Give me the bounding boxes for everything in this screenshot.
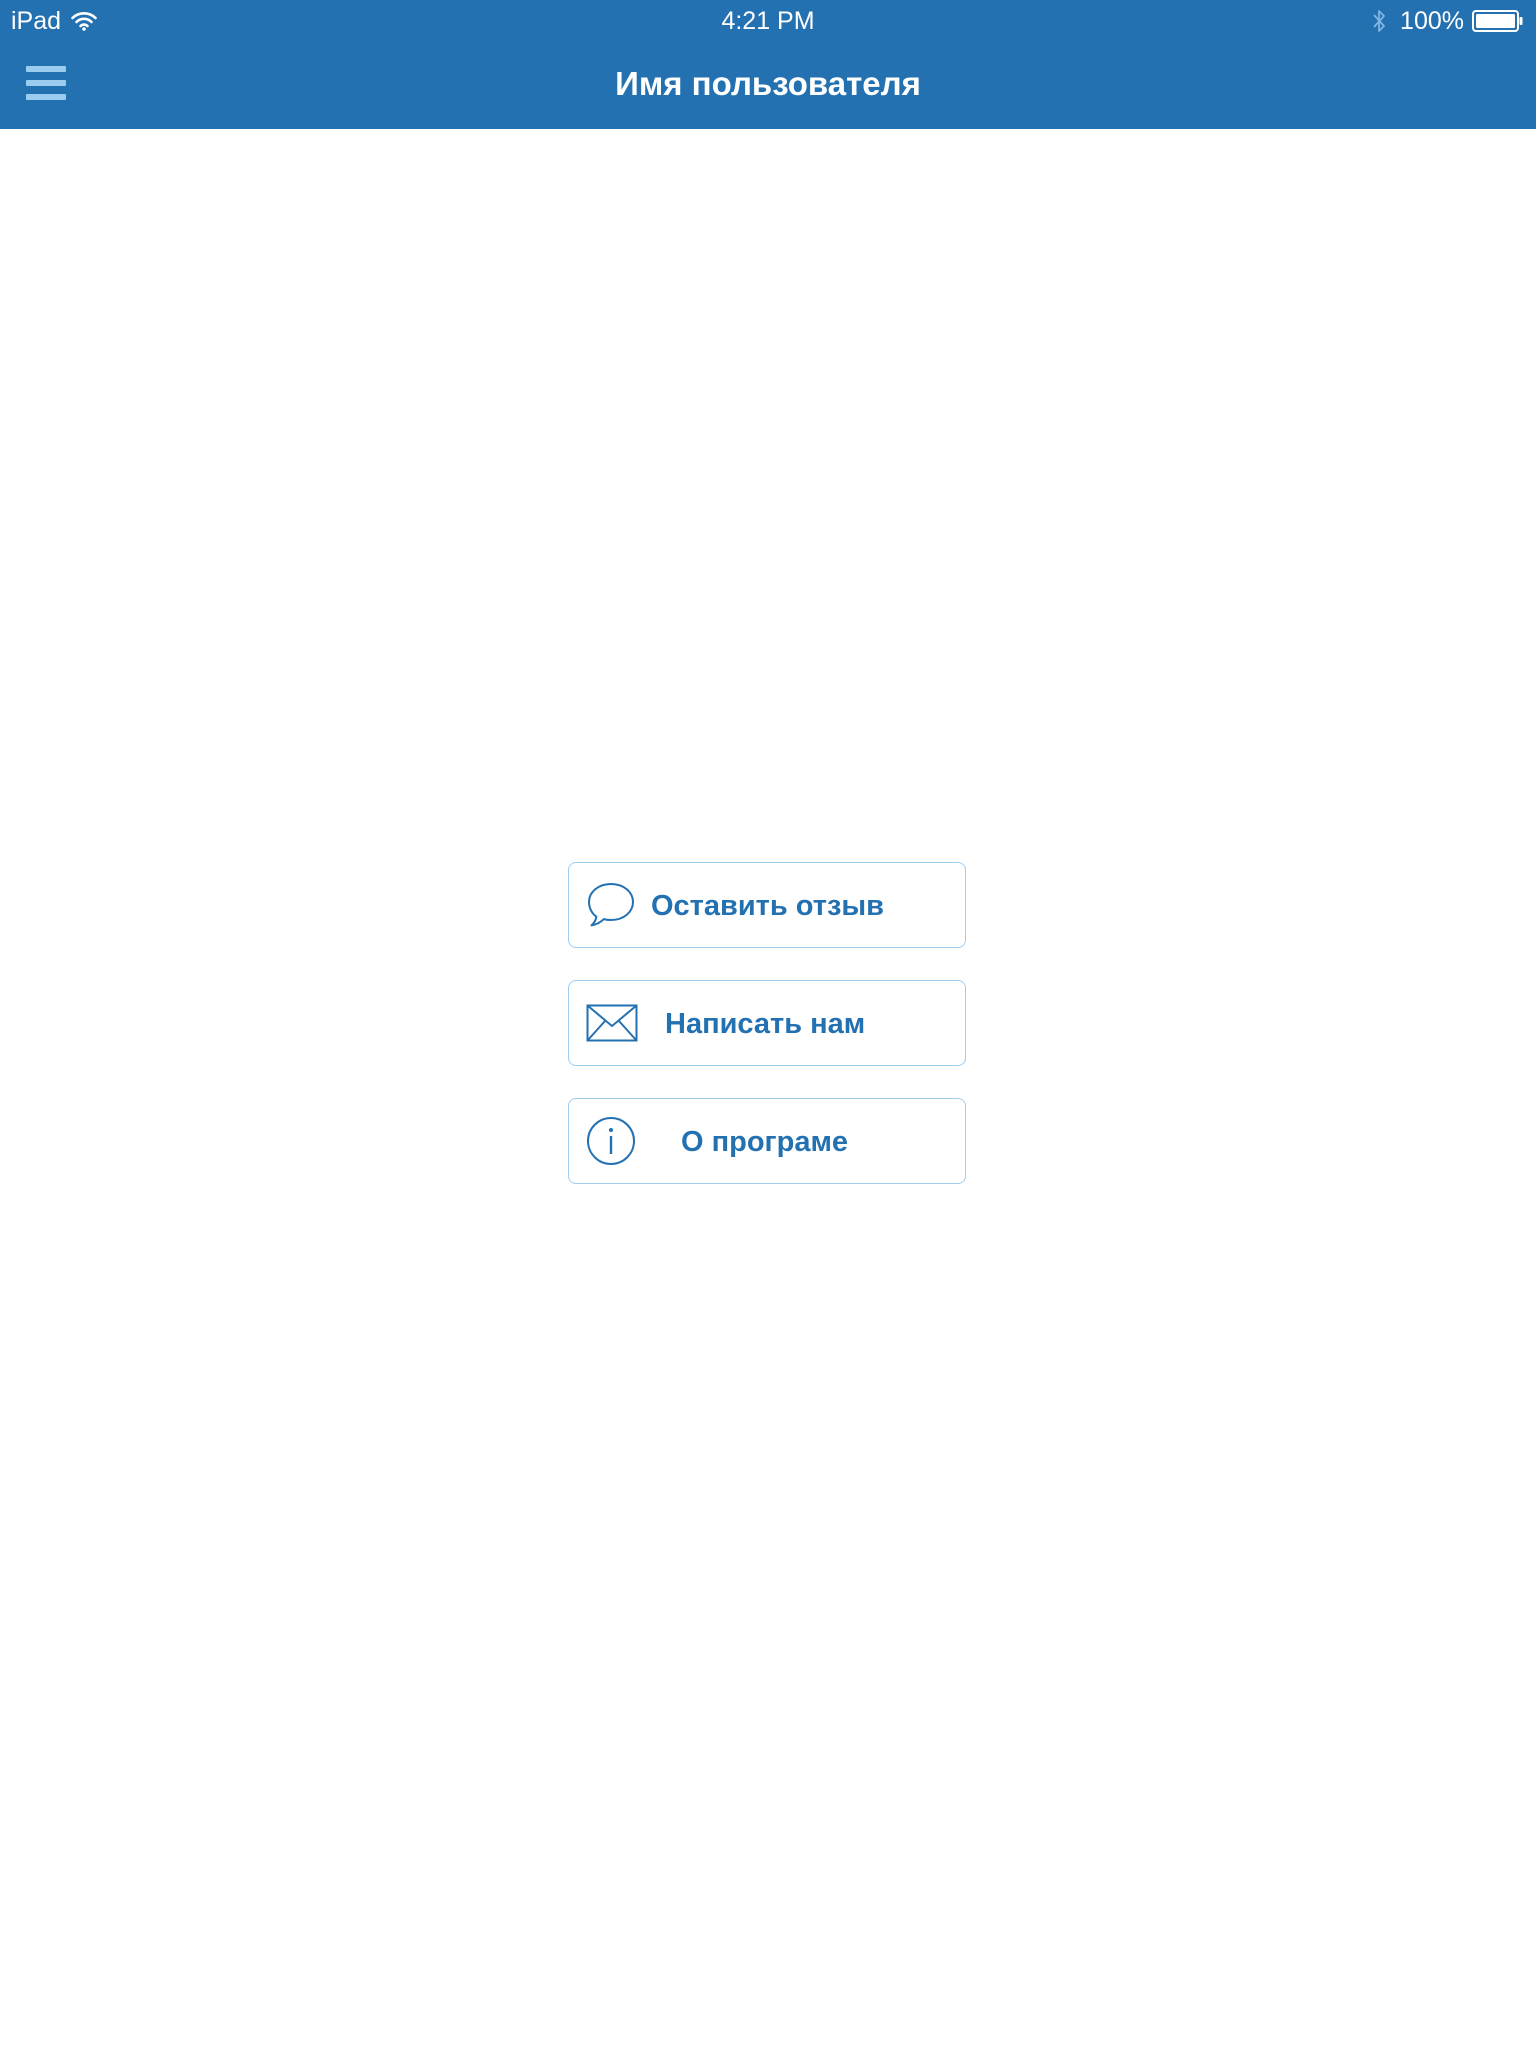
write-us-label: Написать нам — [665, 1008, 866, 1040]
about-app-button[interactable]: О програме — [568, 1098, 966, 1184]
info-icon — [587, 1117, 635, 1165]
battery-icon — [1472, 10, 1523, 32]
status-bar-right: 100% — [1372, 6, 1524, 36]
leave-review-button[interactable]: Оставить отзыв — [568, 862, 966, 948]
about-app-label: О програме — [681, 1126, 849, 1158]
envelope-icon — [586, 1004, 638, 1042]
leave-review-label: Оставить отзыв — [651, 890, 884, 922]
battery-percent: 100% — [1400, 6, 1464, 35]
page-title: Имя пользователя — [615, 65, 921, 102]
write-us-button[interactable]: Написать нам — [568, 980, 966, 1066]
bluetooth-icon — [1373, 10, 1385, 32]
top-bar: iPad 4:21 PM 100% Имя пользователя — [0, 0, 1536, 129]
status-time: 4:21 PM — [721, 7, 815, 35]
speech-bubble-icon — [588, 883, 634, 927]
